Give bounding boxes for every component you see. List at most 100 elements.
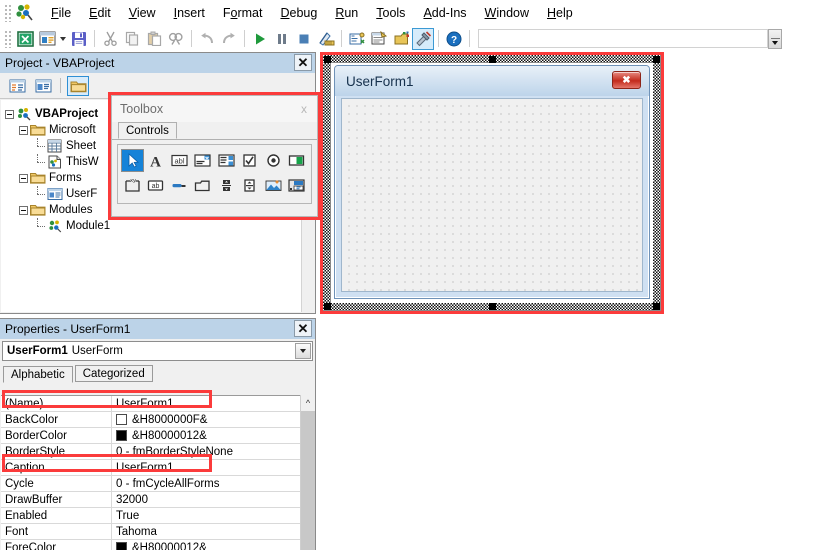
userform-canvas[interactable]	[341, 98, 643, 292]
cut-icon[interactable]	[99, 28, 121, 50]
togglebutton-control-icon[interactable]	[286, 149, 309, 172]
property-value-cell[interactable]: 0 - fmBorderStyleNone	[112, 444, 314, 459]
listbox-control-icon[interactable]	[215, 149, 238, 172]
properties-object-selector[interactable]: UserForm1 UserForm	[2, 341, 313, 361]
tab-categorized[interactable]: Categorized	[75, 365, 153, 382]
resize-handle-top-center[interactable]	[489, 56, 496, 63]
tree-node-module1[interactable]: Module1	[5, 218, 314, 234]
menu-item-view[interactable]: View	[120, 3, 165, 23]
project-explorer-icon[interactable]	[346, 28, 368, 50]
property-row[interactable]: Cycle0 - fmCycleAllForms	[1, 476, 314, 492]
resize-handle-top-left[interactable]	[324, 56, 331, 63]
save-icon[interactable]	[68, 28, 90, 50]
reset-icon[interactable]	[293, 28, 315, 50]
property-row[interactable]: BackColor&H8000000F&	[1, 412, 314, 428]
toolbox-title-bar[interactable]: Toolbox x	[112, 96, 317, 122]
userform-title-bar[interactable]: UserForm1 ✖	[335, 66, 649, 96]
menu-item-window[interactable]: Window	[476, 3, 538, 23]
menu-item-debug[interactable]: Debug	[271, 3, 326, 23]
toolbar-spin-button[interactable]	[768, 29, 782, 49]
menu-item-insert[interactable]: Insert	[165, 3, 214, 23]
tab-alphabetic[interactable]: Alphabetic	[3, 366, 73, 383]
toolbox-close-button[interactable]: x	[295, 100, 313, 117]
property-row[interactable]: (Name)UserForm1	[1, 396, 314, 412]
properties-scroll-thumb[interactable]	[301, 411, 315, 550]
object-browser-icon[interactable]	[390, 28, 412, 50]
view-code-icon[interactable]	[6, 76, 28, 96]
tab-controls[interactable]: Controls	[118, 122, 177, 139]
property-value-cell[interactable]: &H80000012&	[112, 428, 314, 443]
select-objects-icon[interactable]	[121, 149, 144, 172]
menu-item-run[interactable]: Run	[326, 3, 367, 23]
checkbox-control-icon[interactable]	[239, 149, 262, 172]
paste-icon[interactable]	[143, 28, 165, 50]
userform-designer-window[interactable]: UserForm1 ✖	[323, 55, 661, 311]
property-row[interactable]: ForeColor&H80000012&	[1, 540, 314, 550]
find-icon[interactable]	[165, 28, 187, 50]
tree-collapse-icon[interactable]	[19, 126, 28, 135]
userform-close-button[interactable]: ✖	[612, 71, 641, 89]
refedit-control-icon[interactable]	[286, 174, 309, 197]
toolbox-window[interactable]: Toolbox x Controls Aabl xyab	[111, 95, 318, 217]
undo-icon[interactable]	[196, 28, 218, 50]
menu-item-help[interactable]: Help	[538, 3, 582, 23]
properties-object-dropdown-icon[interactable]	[295, 343, 311, 359]
redo-icon[interactable]	[218, 28, 240, 50]
property-value-cell[interactable]: 32000	[112, 492, 314, 507]
properties-scrollbar[interactable]: ^	[300, 395, 314, 550]
toolbar-combo[interactable]	[478, 29, 768, 48]
property-row[interactable]: DrawBuffer32000	[1, 492, 314, 508]
tree-collapse-icon[interactable]	[19, 206, 28, 215]
property-value-cell[interactable]: 0 - fmCycleAllForms	[112, 476, 314, 491]
property-row[interactable]: EnabledTrue	[1, 508, 314, 524]
label-control-icon[interactable]: A	[145, 149, 168, 172]
project-explorer-close-button[interactable]: ✕	[294, 54, 312, 71]
properties-window-icon[interactable]	[368, 28, 390, 50]
resize-handle-top-right[interactable]	[653, 56, 660, 63]
break-icon[interactable]	[271, 28, 293, 50]
frame-control-icon[interactable]: xy	[121, 174, 144, 197]
resize-handle-bottom-right[interactable]	[653, 303, 660, 310]
property-value-cell[interactable]: Tahoma	[112, 524, 314, 539]
tree-collapse-icon[interactable]	[19, 174, 28, 183]
view-excel-icon[interactable]	[14, 28, 36, 50]
textbox-control-icon[interactable]: abl	[168, 149, 191, 172]
tree-collapse-icon[interactable]	[5, 110, 14, 119]
toolbar-drag-grip[interactable]	[4, 30, 12, 48]
property-row[interactable]: BorderStyle0 - fmBorderStyleNone	[1, 444, 314, 460]
commandbutton-control-icon[interactable]: ab	[145, 174, 168, 197]
scrollbar-control-icon[interactable]	[215, 174, 238, 197]
property-row[interactable]: FontTahoma	[1, 524, 314, 540]
menu-item-tools[interactable]: Tools	[367, 3, 414, 23]
property-value-cell[interactable]: &H80000012&	[112, 540, 314, 550]
menu-item-file[interactable]: File	[42, 3, 80, 23]
multipage-control-icon[interactable]	[192, 174, 215, 197]
property-row[interactable]: BorderColor&H80000012&	[1, 428, 314, 444]
resize-handle-bottom-center[interactable]	[489, 303, 496, 310]
properties-close-button[interactable]: ✕	[294, 320, 312, 337]
spinbutton-control-icon[interactable]	[239, 174, 262, 197]
menu-item-edit[interactable]: Edit	[80, 3, 120, 23]
resize-handle-bottom-left[interactable]	[324, 303, 331, 310]
combobox-control-icon[interactable]	[192, 149, 215, 172]
toggle-folders-icon[interactable]	[67, 76, 89, 96]
property-value-cell[interactable]: UserForm1	[112, 396, 314, 411]
tabstrip-control-icon[interactable]	[168, 174, 191, 197]
insert-dropdown-caret-icon[interactable]	[58, 28, 68, 50]
menu-item-add-ins[interactable]: Add-Ins	[414, 3, 475, 23]
insert-userform-icon[interactable]	[36, 28, 58, 50]
help-icon[interactable]: ?	[443, 28, 465, 50]
properties-scroll-up-icon[interactable]: ^	[301, 395, 315, 410]
property-value-cell[interactable]: True	[112, 508, 314, 523]
copy-icon[interactable]	[121, 28, 143, 50]
optionbutton-control-icon[interactable]	[262, 149, 285, 172]
menu-drag-grip[interactable]	[4, 4, 12, 22]
image-control-icon[interactable]	[262, 174, 285, 197]
property-value-cell[interactable]: &H8000000F&	[112, 412, 314, 427]
toolbox-icon[interactable]	[412, 28, 434, 50]
design-mode-icon[interactable]	[315, 28, 337, 50]
view-object-icon[interactable]	[32, 76, 54, 96]
menu-item-format[interactable]: Format	[214, 3, 272, 23]
run-icon[interactable]	[249, 28, 271, 50]
property-row[interactable]: CaptionUserForm1	[1, 460, 314, 476]
